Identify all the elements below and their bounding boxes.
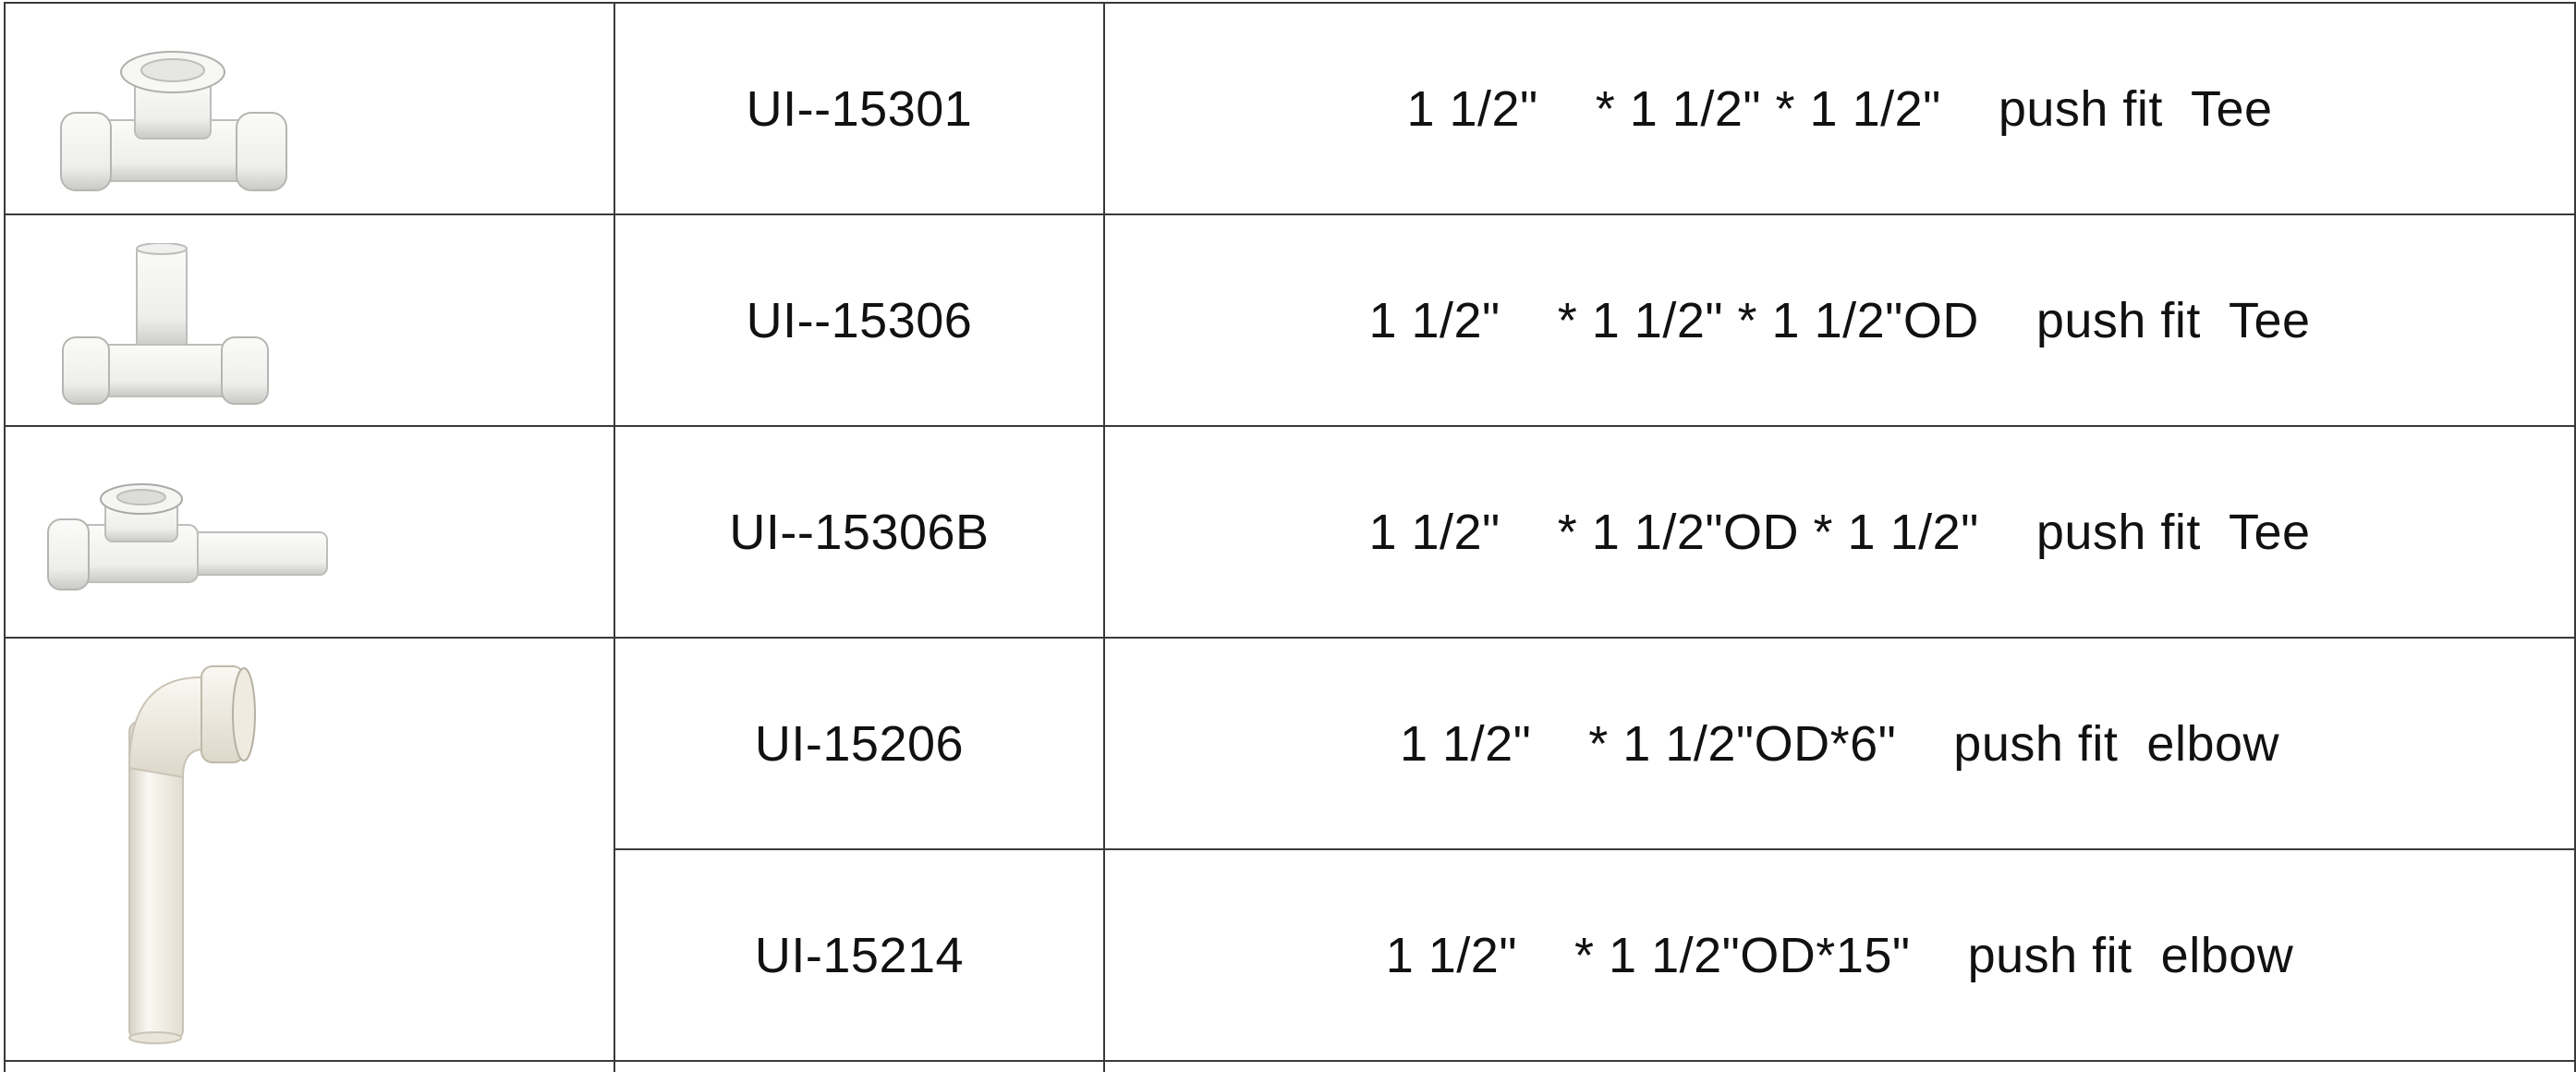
tee-fitting-with-spigot-icon xyxy=(62,243,269,405)
elbow-fitting-icon xyxy=(128,665,256,1044)
table-row: UI-15206 1 1/2" * 1 1/2"OD*6" push fit e… xyxy=(4,637,2576,1062)
product-image-cell xyxy=(4,2,615,215)
product-code-empty xyxy=(614,1060,1105,1072)
product-description: 1 1/2" * 1 1/2"OD*15" push fit elbow xyxy=(1103,848,2576,1062)
product-image-cell xyxy=(4,213,615,427)
product-image-cell xyxy=(4,425,615,639)
table-row: UI--15306B 1 1/2" * 1 1/2"OD * 1 1/2" pu… xyxy=(4,425,2576,639)
product-table: UI--15301 1 1/2" * 1 1/2" * 1 1/2" push … xyxy=(4,2,2576,1072)
table-row: UI--15301 1 1/2" * 1 1/2" * 1 1/2" push … xyxy=(4,2,2576,215)
product-description-empty xyxy=(1103,1060,2576,1072)
product-description: 1 1/2" * 1 1/2" * 1 1/2"OD push fit Tee xyxy=(1103,213,2576,427)
product-code: UI--15306 xyxy=(614,213,1105,427)
table-row-partial xyxy=(4,1060,2576,1072)
product-description: 1 1/2" * 1 1/2" * 1 1/2" push fit Tee xyxy=(1103,2,2576,215)
product-image-cell xyxy=(4,637,615,1062)
product-code: UI--15306B xyxy=(614,425,1105,639)
table-row: UI--15306 1 1/2" * 1 1/2" * 1 1/2"OD pus… xyxy=(4,213,2576,427)
product-code: UI-15206 xyxy=(614,637,1105,850)
product-description: 1 1/2" * 1 1/2"OD*6" push fit elbow xyxy=(1103,637,2576,850)
tee-fitting-icon xyxy=(60,51,287,191)
tee-fitting-long-branch-icon xyxy=(47,483,328,591)
product-code: UI--15301 xyxy=(614,2,1105,215)
product-code: UI-15214 xyxy=(614,848,1105,1062)
product-description: 1 1/2" * 1 1/2"OD * 1 1/2" push fit Tee xyxy=(1103,425,2576,639)
product-image-cell xyxy=(4,1060,615,1072)
catalog-sheet: UI--15301 1 1/2" * 1 1/2" * 1 1/2" push … xyxy=(0,0,2576,1072)
